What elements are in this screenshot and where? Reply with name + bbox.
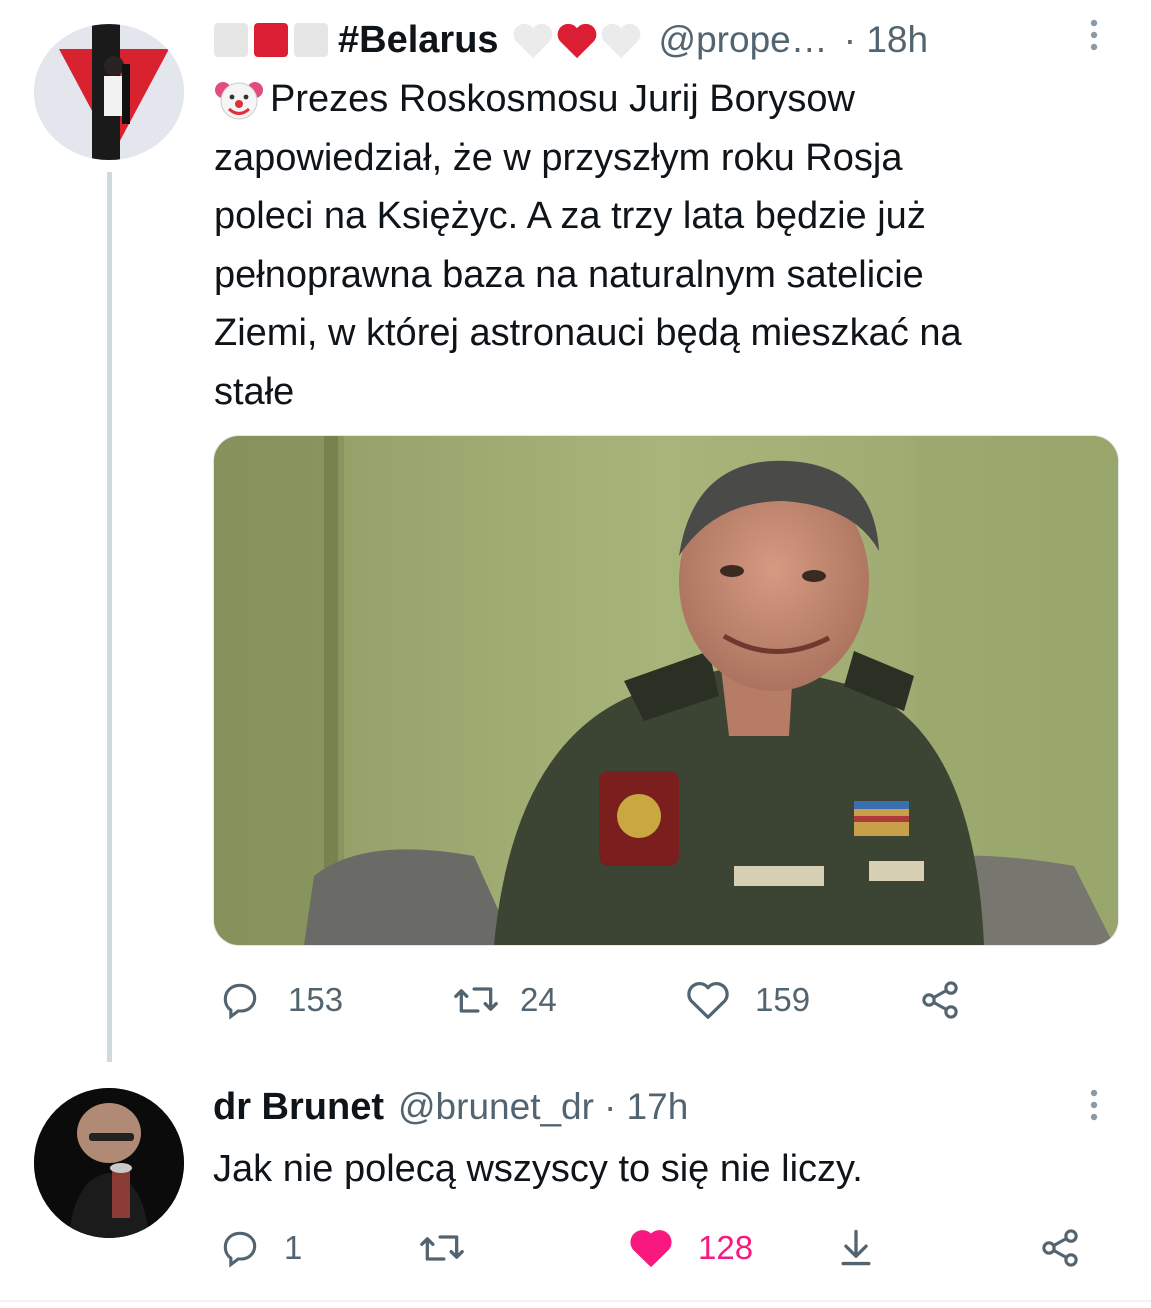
tweet-text-line: stałe (214, 370, 295, 413)
retweet-icon (420, 1235, 464, 1261)
more-options-icon[interactable] (1086, 18, 1102, 59)
like-count: 159 (755, 981, 811, 1018)
download-button[interactable] (834, 1226, 878, 1270)
author-name[interactable]: dr Brunet (213, 1086, 384, 1129)
author-row: dr Brunet @brunet_dr · 17h (213, 1082, 688, 1132)
flag-block-emoji (254, 23, 288, 57)
tweet-text: Jak nie polecą wszyscy to się nie liczy. (213, 1148, 863, 1190)
heart-filled-icon (630, 1230, 672, 1267)
bottom-divider (0, 1300, 1151, 1302)
tweet-media-photo[interactable] (213, 435, 1119, 946)
author-row: #Belarus @prope… · 18h (214, 16, 928, 64)
white-heart-icon (513, 23, 552, 59)
retweet-count: 24 (520, 981, 557, 1018)
white-heart-icon (601, 23, 640, 59)
reply-button[interactable]: 1 (218, 1226, 302, 1270)
tweet-text-line: zapowiedział, że w przyszłym roku Rosja (214, 136, 903, 179)
reply-button[interactable]: 153 (218, 978, 343, 1022)
like-count: 128 (698, 1229, 754, 1266)
share-icon (922, 981, 958, 1019)
heart-outline-icon (687, 981, 729, 1019)
tweet-text-line: Ziemi, w której astronauci będą mieszkać… (214, 312, 962, 354)
flag-block-emoji (214, 23, 248, 57)
tweet-time[interactable]: · 17h (604, 1086, 688, 1128)
clown-face-icon (215, 82, 263, 120)
share-button[interactable] (918, 978, 962, 1022)
reply-icon (223, 983, 257, 1020)
like-button[interactable]: 128 (628, 1226, 753, 1270)
thread-line (107, 172, 112, 1062)
tweet-time[interactable]: · 18h (844, 19, 928, 61)
red-heart-icon (557, 23, 596, 59)
like-button[interactable]: 159 (685, 978, 810, 1022)
avatar[interactable] (34, 24, 184, 160)
author-handle[interactable]: @prope… (659, 19, 828, 61)
tweet-text-line: Prezes Roskosmosu Jurij Borysow (214, 70, 1124, 129)
author-handle[interactable]: @brunet_dr (398, 1086, 594, 1128)
reply-icon (223, 1231, 257, 1268)
retweet-icon (454, 987, 498, 1013)
retweet-button[interactable] (418, 1226, 466, 1270)
more-options-icon[interactable] (1086, 1088, 1102, 1129)
tweet-text-line: poleci na Księżyc. A za trzy lata będzie… (214, 195, 926, 237)
share-icon (1042, 1229, 1078, 1267)
arrow-down-icon (841, 1229, 871, 1266)
reply-count: 153 (288, 981, 344, 1018)
author-name[interactable]: #Belarus (338, 19, 499, 62)
hearts-emoji-group (511, 20, 643, 60)
avatar[interactable] (34, 1088, 184, 1238)
flag-block-emoji (294, 23, 328, 57)
tweet-text: Prezes Roskosmosu Jurij Borysow zapowied… (214, 70, 1124, 421)
reply-count: 1 (284, 1229, 303, 1266)
tweet-text-line: pełnoprawna baza na naturalnym satelicie (214, 253, 924, 296)
retweet-button[interactable]: 24 (452, 978, 557, 1022)
share-button[interactable] (1038, 1226, 1082, 1270)
